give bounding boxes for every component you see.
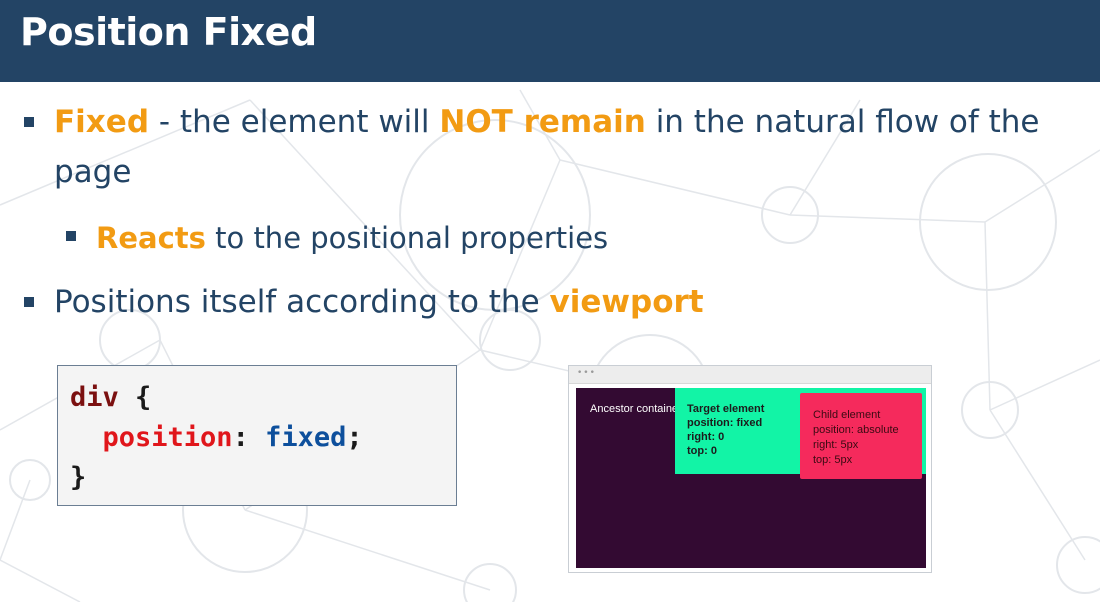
viewport-ancestor-container: Ancestor container Target element positi…	[576, 388, 926, 568]
bullet-marker	[66, 231, 76, 241]
child-line: right: 5px	[813, 439, 859, 451]
code-snippet: div { position: fixed; }	[57, 365, 457, 506]
browser-toolbar: •••	[569, 366, 931, 384]
css-value: fixed	[265, 422, 347, 453]
semicolon: ;	[346, 422, 363, 453]
target-element-text: Target element position: fixed right: 0 …	[687, 402, 764, 458]
colon: :	[232, 422, 266, 453]
code-line-2: position: fixed;	[70, 418, 444, 458]
open-brace: {	[118, 382, 152, 413]
browser-illustration: ••• Ancestor container Target element po…	[568, 365, 932, 573]
close-brace: }	[70, 462, 87, 493]
child-line: position: absolute	[813, 424, 899, 436]
slide-title: Position Fixed	[20, 10, 317, 54]
code-line-3: }	[70, 458, 444, 498]
keyword-fixed: Fixed	[54, 104, 150, 140]
keyword-reacts: Reacts	[96, 221, 206, 255]
bullet-viewport: Positions itself according to the viewpo…	[24, 277, 704, 327]
child-line: top: 5px	[813, 454, 853, 466]
child-element-box: Child element position: absolute right: …	[800, 393, 922, 479]
bullet-marker	[24, 297, 34, 307]
code-line-1: div {	[70, 378, 444, 418]
child-element-text: Child element position: absolute right: …	[813, 408, 899, 468]
keyword-viewport: viewport	[549, 284, 704, 320]
bullet-text: to the positional properties	[205, 221, 609, 255]
target-line: position: fixed	[687, 417, 763, 429]
target-line: Target element	[687, 403, 765, 415]
ancestor-container-label: Ancestor container	[590, 403, 682, 415]
title-bar: Position Fixed	[0, 0, 1100, 82]
css-property: position	[102, 422, 233, 453]
css-selector: div	[70, 382, 119, 413]
bullet-text: Positions itself according to the	[54, 284, 550, 320]
target-line: right: 0	[687, 431, 725, 443]
bullet-fixed: Fixed - the element will NOT remain in t…	[24, 97, 1094, 197]
bullet-marker	[24, 117, 34, 127]
bullet-reacts: Reacts to the positional properties	[66, 213, 609, 263]
window-dots-icon: •••	[577, 368, 596, 378]
child-line: Child element	[813, 409, 881, 421]
bullet-text: - the element will	[149, 104, 440, 140]
target-line: top: 0	[687, 445, 717, 457]
keyword-not-remain: NOT remain	[439, 104, 646, 140]
